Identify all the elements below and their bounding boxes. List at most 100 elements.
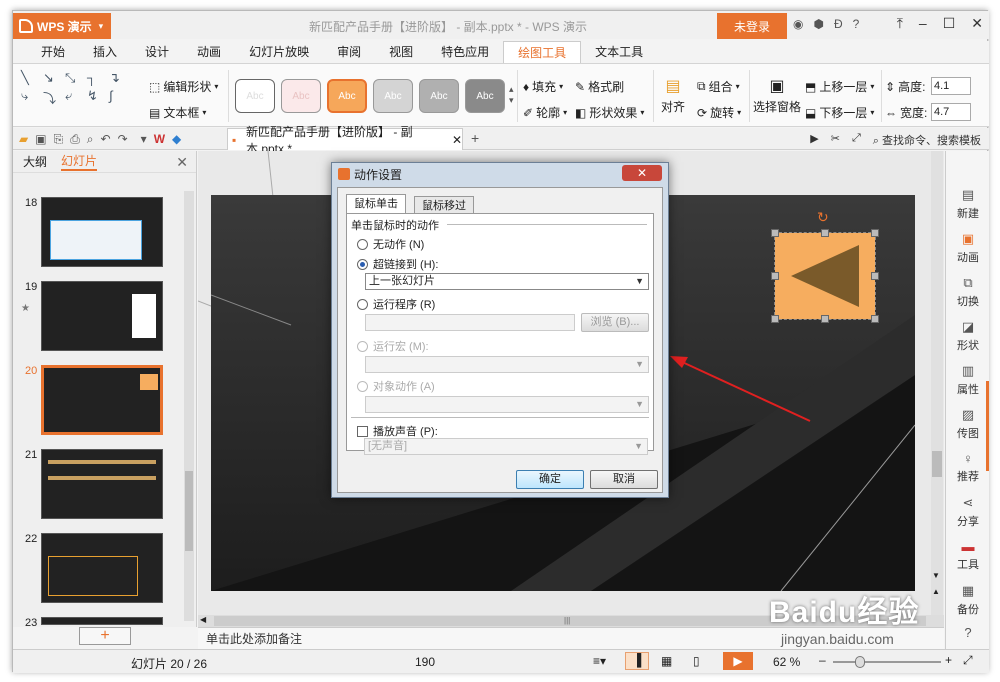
skin-icon[interactable]: ◉	[793, 17, 803, 31]
sidebar-upload-image[interactable]: ▨ 传图	[946, 407, 990, 441]
tab-special[interactable]: 特色应用	[427, 41, 503, 63]
tab-view[interactable]: 视图	[375, 41, 427, 63]
normal-view-icon[interactable]: ▐	[625, 652, 649, 670]
play-sound-option[interactable]: 播放声音 (P):	[357, 423, 438, 439]
bring-forward-button[interactable]: ⬒ 上移一层 ▾	[805, 78, 874, 95]
zoom-slider-thumb[interactable]	[855, 656, 865, 668]
width-input[interactable]: 4.7	[931, 103, 971, 121]
resize-handle[interactable]	[871, 315, 879, 323]
scribble-icon[interactable]: ∫	[109, 88, 129, 107]
arrow-shape-icon[interactable]: ↘	[43, 70, 63, 86]
tab-review[interactable]: 审阅	[323, 41, 375, 63]
login-button[interactable]: 未登录	[717, 13, 787, 39]
document-tab[interactable]: ▪ 新匹配产品手册【进阶版】 - 副本.pptx * ✕	[227, 125, 463, 156]
resize-handle[interactable]	[871, 229, 879, 237]
sidebar-share[interactable]: ⋖ 分享	[946, 495, 990, 529]
print-preview-icon[interactable]: ⌕	[87, 132, 94, 147]
freeform-icon[interactable]: ↯	[87, 88, 107, 107]
zoom-in-icon[interactable]: +	[945, 653, 952, 667]
open-folder-icon[interactable]: ▰	[19, 132, 28, 147]
tab-home[interactable]: 开始	[27, 41, 79, 63]
play-sound-checkbox[interactable]	[357, 425, 368, 437]
panel-scrollbar[interactable]	[184, 191, 194, 621]
export-pdf-icon[interactable]: ⎘	[54, 132, 64, 147]
zoom-out-icon[interactable]: –	[819, 653, 826, 667]
outline-button[interactable]: ✐ 轮廓 ▾	[523, 104, 567, 121]
shape-style-1[interactable]: Abc	[235, 79, 275, 113]
shape-gallery[interactable]: ╲ ↘ ⤡ ┐ ↴ ⤷ ⤵ ⤶ ↯ ∫	[21, 70, 133, 107]
zoom-slider[interactable]	[833, 656, 941, 668]
zoom-level[interactable]: 62 %	[773, 655, 800, 669]
resize-handle[interactable]	[821, 229, 829, 237]
close-button[interactable]: ✕	[971, 15, 983, 32]
shape-style-6[interactable]: Abc	[465, 79, 505, 113]
option-run-program[interactable]: 运行程序 (R)	[357, 296, 435, 312]
close-tab-icon[interactable]: ✕	[452, 133, 462, 147]
tab-mouse-over[interactable]: 鼠标移过	[414, 196, 474, 214]
app-menu-button[interactable]: WPS 演示 ▾	[13, 13, 111, 39]
reading-view-icon[interactable]: ▯	[693, 654, 700, 668]
shape-style-5[interactable]: Abc	[419, 79, 459, 113]
tab-drawing-tools[interactable]: 绘图工具	[503, 41, 582, 63]
scroll-down-icon[interactable]: ▼	[932, 571, 940, 580]
sidebar-properties[interactable]: ▥ 属性	[946, 363, 990, 397]
undo-icon[interactable]: ↶	[101, 132, 111, 147]
hyperlink-select[interactable]: 上一张幻灯片 ▼	[365, 273, 649, 290]
resize-handle[interactable]	[871, 272, 879, 280]
rotate-handle-icon[interactable]: ↻	[817, 209, 829, 226]
redo-icon[interactable]: ↷	[118, 132, 128, 147]
save-icon[interactable]: ▣	[35, 132, 46, 147]
radio-run-program[interactable]	[357, 298, 368, 310]
sidebar-shape[interactable]: ◪ 形状	[946, 319, 990, 353]
scroll-left-icon[interactable]: ◀	[200, 615, 206, 624]
text-box-button[interactable]: ▤ 文本框 ▾	[149, 104, 206, 121]
tab-outline[interactable]: 大纲	[23, 153, 47, 170]
curve-double-arrow-icon[interactable]: ⤶	[65, 88, 85, 107]
fit-window-icon[interactable]: ⤢	[963, 653, 973, 668]
curve-arrow-icon[interactable]: ⤵	[43, 88, 63, 107]
tab-slides[interactable]: 幻灯片	[61, 152, 98, 171]
resize-handle[interactable]	[771, 272, 779, 280]
screen-icon[interactable]: ▶	[810, 132, 818, 148]
expand-icon[interactable]: ⤢	[852, 132, 861, 148]
shape-style-2[interactable]: Abc	[281, 79, 321, 113]
vertical-scrollbar[interactable]: ▼ ▲	[931, 151, 943, 615]
elbow-connector-icon[interactable]: ┐	[87, 70, 107, 86]
tab-mouse-click[interactable]: 鼠标单击	[346, 194, 406, 214]
tools-icon[interactable]: ✂	[831, 132, 840, 148]
wps-w-icon[interactable]: W	[154, 132, 165, 147]
option-hyperlink[interactable]: 超链接到 (H):	[357, 256, 438, 272]
group-button[interactable]: ⧉ 组合 ▾	[697, 78, 740, 95]
cube-icon[interactable]: ◆	[172, 132, 181, 147]
radio-hyperlink[interactable]	[357, 258, 368, 270]
add-slide-button[interactable]: +	[79, 627, 131, 645]
sidebar-animation[interactable]: ▣ 动画	[946, 231, 990, 265]
format-painter-button[interactable]: ✎ 格式刷	[575, 78, 624, 95]
search-command[interactable]: ⌕ 查找命令、搜索模板	[873, 132, 981, 148]
scrollbar-thumb[interactable]	[932, 451, 942, 477]
cancel-button[interactable]: 取消	[590, 470, 658, 489]
selection-pane-button[interactable]: ▣ 选择窗格	[753, 76, 801, 115]
edit-shape-button[interactable]: ⬚ 编辑形状 ▾	[149, 78, 218, 95]
notes-toggle-icon[interactable]: ≡▾	[593, 654, 606, 668]
sidebar-tools[interactable]: ▬ 工具	[946, 539, 990, 572]
close-panel-icon[interactable]: ✕	[176, 154, 188, 171]
tab-text-tools[interactable]: 文本工具	[581, 41, 657, 63]
option-no-action[interactable]: 无动作 (N)	[357, 236, 424, 252]
curve-connector-icon[interactable]: ⤷	[21, 88, 41, 107]
help-icon[interactable]: ?	[853, 17, 860, 31]
minimize-button[interactable]: –	[919, 15, 927, 32]
send-backward-button[interactable]: ⬓ 下移一层 ▾	[805, 104, 874, 121]
new-tab-icon[interactable]: +	[471, 130, 479, 146]
tab-animation[interactable]: 动画	[183, 41, 235, 63]
line-shape-icon[interactable]: ╲	[21, 70, 41, 86]
fill-button[interactable]: ♦ 填充 ▾	[523, 78, 563, 95]
elbow-arrow-icon[interactable]: ↴	[109, 70, 129, 86]
maximize-button[interactable]: ☐	[943, 15, 956, 32]
rotate-button[interactable]: ⟳ 旋转 ▾	[697, 104, 741, 121]
double-arrow-shape-icon[interactable]: ⤡	[65, 70, 85, 86]
selected-shape[interactable]	[774, 232, 876, 320]
customize-chevron-icon[interactable]: ▾	[141, 132, 147, 147]
tab-slideshow[interactable]: 幻灯片放映	[235, 41, 323, 63]
shape-style-4[interactable]: Abc	[373, 79, 413, 113]
